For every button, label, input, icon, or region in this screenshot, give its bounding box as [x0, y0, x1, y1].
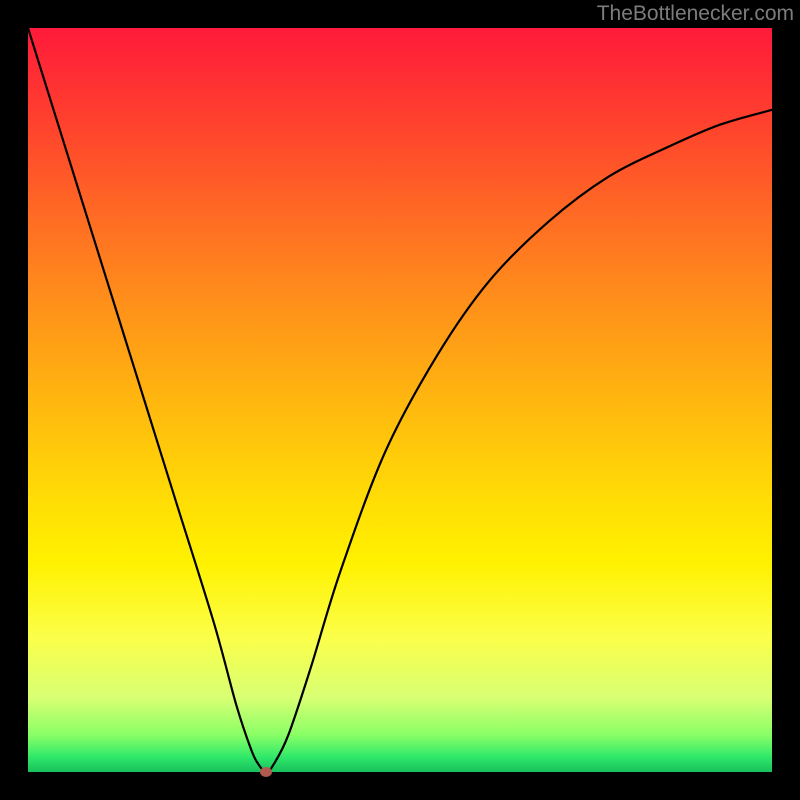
chart-frame: TheBottlenecker.com [0, 0, 800, 800]
optimum-marker [260, 767, 272, 777]
curve-path [28, 28, 772, 772]
bottleneck-curve [28, 28, 772, 772]
plot-area [28, 28, 772, 772]
watermark-text: TheBottlenecker.com [597, 2, 794, 26]
